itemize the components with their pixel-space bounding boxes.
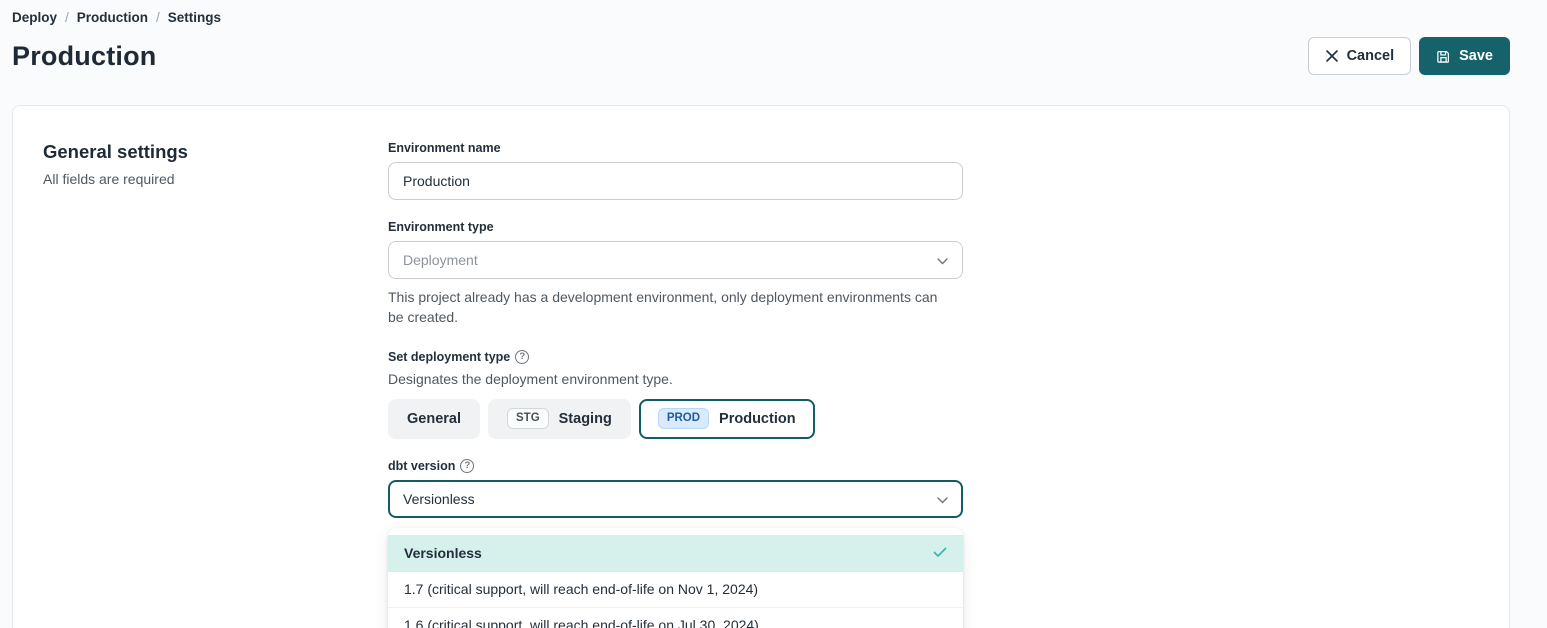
stg-badge: STG (507, 408, 549, 430)
general-settings-card: General settings All fields are required… (12, 105, 1510, 628)
dbt-version-option-versionless[interactable]: Versionless (388, 535, 963, 571)
deployment-type-field-group: Set deployment type ? Designates the dep… (388, 350, 963, 439)
environment-name-field-group: Environment name (388, 141, 963, 200)
help-icon[interactable]: ? (515, 350, 529, 364)
dbt-version-option-label: 1.7 (critical support, will reach end-of… (404, 581, 758, 597)
deployment-type-description: Designates the deployment environment ty… (388, 371, 963, 387)
environment-name-input[interactable] (388, 162, 963, 200)
dbt-version-option-label: 1.6 (critical support, will reach end-of… (404, 617, 759, 628)
save-button[interactable]: Save (1419, 37, 1510, 75)
header-actions: Cancel Save (1308, 37, 1510, 75)
chevron-down-icon (937, 252, 948, 268)
breadcrumb: Deploy / Production / Settings (12, 10, 1510, 25)
deployment-type-production-label: Production (719, 411, 796, 427)
dbt-version-dropdown-menu: Versionless 1.7 (critical support, will … (388, 528, 963, 628)
environment-type-helper: This project already has a development e… (388, 287, 948, 328)
dbt-version-select[interactable]: Versionless (388, 480, 963, 518)
prod-badge: PROD (658, 408, 709, 430)
page-title: Production (12, 41, 157, 72)
check-icon (933, 547, 947, 558)
help-icon[interactable]: ? (460, 459, 474, 473)
header-row: Production Cancel Save (12, 37, 1510, 75)
deployment-type-general-label: General (407, 411, 461, 427)
breadcrumb-settings[interactable]: Settings (168, 10, 221, 25)
breadcrumb-production[interactable]: Production (77, 10, 148, 25)
breadcrumb-separator: / (65, 10, 69, 25)
page: Deploy / Production / Settings Productio… (0, 0, 1547, 628)
breadcrumb-deploy[interactable]: Deploy (12, 10, 57, 25)
section-subheading: All fields are required (43, 171, 388, 187)
dbt-version-option-label: Versionless (404, 545, 482, 561)
breadcrumb-separator: / (156, 10, 160, 25)
cancel-button-label: Cancel (1347, 48, 1395, 64)
deployment-type-staging-button[interactable]: STG Staging (488, 399, 631, 439)
deployment-type-label-text: Set deployment type (388, 350, 510, 364)
environment-name-label: Environment name (388, 141, 963, 155)
section-intro: General settings All fields are required (43, 141, 388, 628)
dbt-version-option-1-7[interactable]: 1.7 (critical support, will reach end-of… (388, 571, 963, 607)
deployment-type-general-button[interactable]: General (388, 399, 480, 439)
dbt-version-option-1-6[interactable]: 1.6 (critical support, will reach end-of… (388, 607, 963, 628)
cancel-button[interactable]: Cancel (1308, 37, 1412, 75)
settings-form: Environment name Environment type Deploy… (388, 141, 963, 628)
dbt-version-label: dbt version ? (388, 459, 963, 473)
deployment-type-options: General STG Staging PROD Production (388, 399, 963, 439)
dbt-version-label-text: dbt version (388, 459, 455, 473)
deployment-type-staging-label: Staging (559, 411, 612, 427)
environment-type-value: Deployment (403, 252, 478, 268)
environment-type-select[interactable]: Deployment (388, 241, 963, 279)
deployment-type-production-button[interactable]: PROD Production (639, 399, 815, 439)
close-icon (1325, 49, 1339, 63)
dbt-version-field-group: dbt version ? Versionless Versionless (388, 459, 963, 628)
environment-type-field-group: Environment type Deployment This project… (388, 220, 963, 328)
dbt-version-value: Versionless (403, 491, 475, 507)
save-icon (1436, 49, 1451, 64)
chevron-down-icon (937, 491, 948, 507)
deployment-type-label: Set deployment type ? (388, 350, 963, 364)
environment-type-label: Environment type (388, 220, 963, 234)
save-button-label: Save (1459, 48, 1493, 64)
section-heading: General settings (43, 141, 388, 163)
